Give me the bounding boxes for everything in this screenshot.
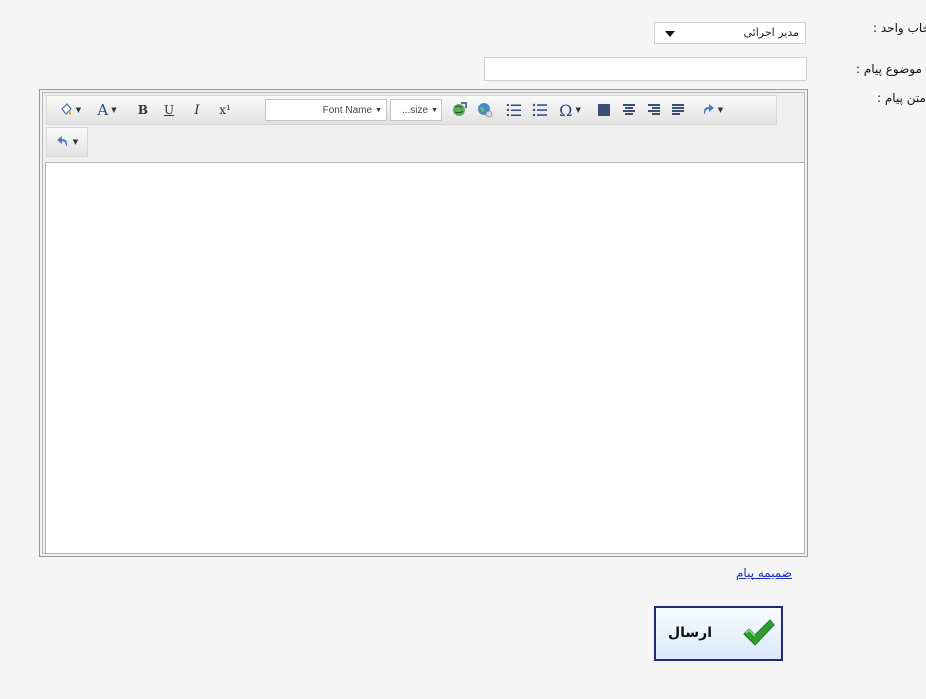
editor-toolbar: ▼ A ▼ B U I x¹ Font Name ▼ ...size ▼ Ω ▼… xyxy=(46,95,777,125)
font-color-label: A xyxy=(97,101,109,119)
link-icon xyxy=(453,102,467,116)
align-center-icon xyxy=(623,104,635,115)
justify-icon xyxy=(672,104,684,115)
editor-content-area[interactable] xyxy=(45,162,805,554)
omega-icon: Ω xyxy=(559,100,573,120)
font-size-select[interactable]: ...size ▼ xyxy=(390,99,442,121)
subject-label: موضوع پیام : xyxy=(856,62,922,76)
redo-button[interactable]: ▼ xyxy=(695,96,729,124)
bullet-list-icon xyxy=(532,103,547,117)
bullet-list-button[interactable] xyxy=(529,96,551,124)
undo-icon xyxy=(56,136,67,146)
ordered-list-icon xyxy=(507,104,521,116)
align-right-icon xyxy=(648,104,660,115)
send-button[interactable]: ارسال xyxy=(654,606,783,661)
font-size-label: ...size xyxy=(401,104,429,116)
font-name-select[interactable]: Font Name ▼ xyxy=(265,99,387,121)
chevron-down-icon[interactable] xyxy=(665,31,675,37)
align-left-button[interactable] xyxy=(593,96,615,124)
undo-button[interactable]: ▼ xyxy=(50,128,84,156)
italic-button[interactable]: I xyxy=(187,96,207,124)
send-button-label: ارسال xyxy=(668,625,713,641)
special-characters-button[interactable]: Ω ▼ xyxy=(553,96,587,124)
unit-label: انتخاب واحد : xyxy=(873,21,926,35)
unit-select-value: مدیر اجرائی xyxy=(743,26,799,39)
align-left-icon xyxy=(598,104,610,116)
align-center-button[interactable] xyxy=(618,96,640,124)
bold-button[interactable]: B xyxy=(133,96,153,124)
ordered-list-button[interactable] xyxy=(503,96,525,124)
justify-button[interactable] xyxy=(667,96,689,124)
editor-frame: ▼ A ▼ B U I x¹ Font Name ▼ ...size ▼ Ω ▼… xyxy=(42,92,805,554)
globe-icon xyxy=(478,103,493,118)
underline-button[interactable]: U xyxy=(159,96,179,124)
paint-bucket-icon xyxy=(60,103,72,115)
editor-toolbar-row2: ▼ xyxy=(46,127,88,157)
font-color-button[interactable]: A ▼ xyxy=(91,96,123,124)
insert-image-button[interactable] xyxy=(473,96,497,124)
superscript-button[interactable]: x¹ xyxy=(213,96,237,124)
highlight-color-button[interactable]: ▼ xyxy=(53,96,87,124)
unit-select[interactable]: مدیر اجرائی xyxy=(654,22,806,44)
attachment-link[interactable]: ضمیمه پیام xyxy=(736,566,792,580)
insert-link-button[interactable] xyxy=(447,96,471,124)
font-name-label: Font Name xyxy=(322,104,373,116)
checkmark-icon xyxy=(740,615,776,654)
subject-input[interactable] xyxy=(484,57,807,81)
align-right-button[interactable] xyxy=(643,96,665,124)
redo-icon xyxy=(703,104,714,114)
body-label: متن پیام : xyxy=(877,91,926,105)
rich-text-editor: ▼ A ▼ B U I x¹ Font Name ▼ ...size ▼ Ω ▼… xyxy=(39,89,808,557)
